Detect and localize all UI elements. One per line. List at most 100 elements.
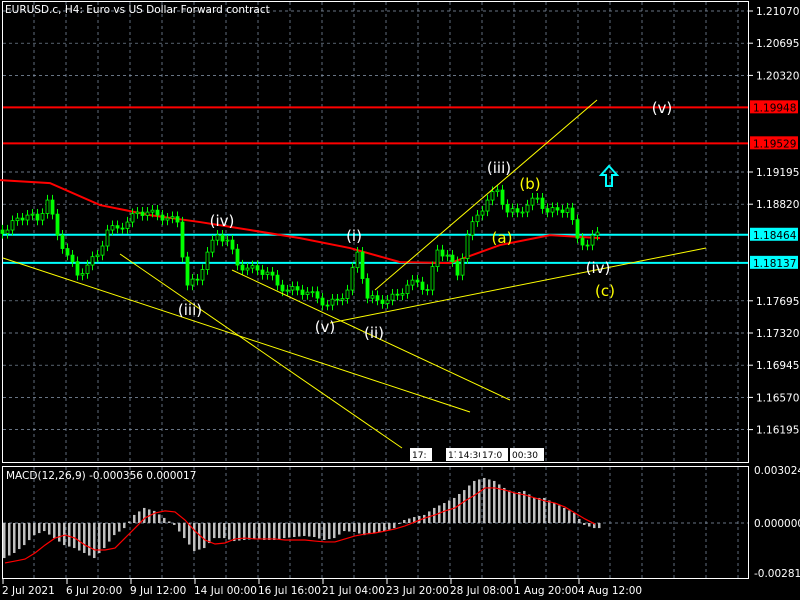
candle-body xyxy=(165,217,170,221)
candle-body xyxy=(580,237,585,246)
macd-histogram-bar xyxy=(253,523,256,539)
level-price-label: 1.19529 xyxy=(753,138,796,150)
main-panel-frame xyxy=(2,1,749,463)
candle-body xyxy=(45,199,50,214)
candle-body xyxy=(110,225,115,231)
macd-histogram-bar xyxy=(568,510,571,523)
candle-body xyxy=(180,221,185,258)
candle-body xyxy=(255,265,260,271)
macd-histogram-bar xyxy=(78,523,81,551)
candle-body xyxy=(485,199,490,212)
macd-histogram-bar xyxy=(113,523,116,536)
candle-body xyxy=(270,271,275,276)
macd-histogram-bar xyxy=(298,523,301,537)
candle-body xyxy=(240,264,245,271)
candle-body xyxy=(285,289,290,292)
macd-label: MACD(12,26,9) -0.000356 0.000017 xyxy=(6,470,196,482)
candle-body xyxy=(70,254,75,263)
wave-label: (iii) xyxy=(487,159,511,177)
macd-histogram-bar xyxy=(268,523,271,541)
horizontal-levels[interactable]: 1.19948 1.19529 1.18464 1.18137 xyxy=(3,100,798,270)
candle-body xyxy=(535,197,540,200)
macd-histogram-bar xyxy=(478,479,481,523)
macd-panel-frame xyxy=(2,466,749,579)
macd-histogram-bar xyxy=(378,523,381,533)
price-chart[interactable]: 1.19948 1.19529 1.18464 1.18137 (v) (iii) (b)… xyxy=(0,0,800,600)
candle-body xyxy=(440,249,445,257)
candle-body xyxy=(235,248,240,266)
macd-histogram-bar xyxy=(128,521,131,523)
candle-body xyxy=(65,248,70,256)
candle-body xyxy=(585,244,590,247)
candle-body xyxy=(465,234,470,259)
time-label: 4 Aug 12:00 xyxy=(578,585,642,597)
trend-line[interactable] xyxy=(374,99,598,291)
candle-body xyxy=(345,289,350,299)
macd-histogram-bar xyxy=(133,514,136,523)
candle-body xyxy=(5,229,10,234)
macd-histogram-bar xyxy=(538,497,541,523)
candle-body xyxy=(200,269,205,281)
macd-histogram-bar xyxy=(438,505,441,523)
candle-body xyxy=(525,204,530,213)
candle-body xyxy=(400,293,405,296)
macd-histogram-bar xyxy=(173,523,176,525)
macd-histogram-bar xyxy=(243,523,246,541)
candle-body xyxy=(470,221,475,236)
candle-body xyxy=(570,207,575,221)
macd-histogram-bar xyxy=(228,523,231,540)
time-label: 28 Jul 08:00 xyxy=(450,585,513,597)
candle-body xyxy=(210,239,215,253)
candle-body xyxy=(500,189,505,205)
candle-body xyxy=(150,209,155,213)
level-price-label: 1.18464 xyxy=(753,230,797,242)
macd-histogram-bar xyxy=(288,523,291,538)
macd-histogram-bar xyxy=(448,500,451,523)
time-label: 16 Jul 16:00 xyxy=(258,585,321,597)
candle-body xyxy=(90,256,95,266)
price-label: 1.21070 xyxy=(756,6,799,18)
candle-body xyxy=(190,278,195,286)
candle-body xyxy=(75,261,80,276)
macd-histogram-bar xyxy=(313,523,316,538)
candle-body xyxy=(565,207,570,213)
macd-histogram-bar xyxy=(68,523,71,547)
macd-histogram-bar xyxy=(583,523,586,525)
time-label: 9 Jul 12:00 xyxy=(130,585,186,597)
candle-body xyxy=(555,207,560,211)
macd-histogram-bar xyxy=(238,523,241,541)
candle-body xyxy=(590,234,595,246)
price-label: 1.19195 xyxy=(756,167,799,179)
macd-histogram-bar xyxy=(98,523,101,554)
macd-histogram-bar xyxy=(348,523,351,532)
candle-body xyxy=(545,208,550,213)
candle-body xyxy=(55,213,60,236)
wave-label: (b) xyxy=(519,175,540,193)
macd-histogram-bar xyxy=(558,505,561,523)
macd-histogram-bar xyxy=(523,490,526,523)
macd-axis-label: 0.000000 xyxy=(754,518,800,530)
macd-indicator xyxy=(3,477,601,564)
trend-line[interactable] xyxy=(2,257,471,413)
macd-histogram-bar xyxy=(453,497,456,523)
macd-histogram-bar xyxy=(248,523,251,540)
price-label: 1.16195 xyxy=(756,425,799,437)
candle-body xyxy=(360,251,365,279)
wave-label: (ii) xyxy=(364,324,384,342)
macd-histogram-bar xyxy=(488,479,491,523)
candle-body xyxy=(220,234,225,242)
macd-histogram-bar xyxy=(28,523,31,541)
candle-body xyxy=(450,254,455,263)
candle-body xyxy=(230,239,235,250)
candle-body xyxy=(315,291,320,299)
time-label: 6 Jul 20:00 xyxy=(66,585,122,597)
macd-histogram-bar xyxy=(343,523,346,532)
macd-histogram-bar xyxy=(588,523,591,527)
candle-body xyxy=(365,278,370,299)
up-arrow-icon[interactable] xyxy=(598,164,620,187)
wave-label: (iv) xyxy=(586,259,611,277)
macd-histogram-bar xyxy=(33,523,36,536)
candle-body xyxy=(475,214,480,223)
macd-histogram-bar xyxy=(263,523,266,541)
macd-histogram-bar xyxy=(73,523,76,549)
